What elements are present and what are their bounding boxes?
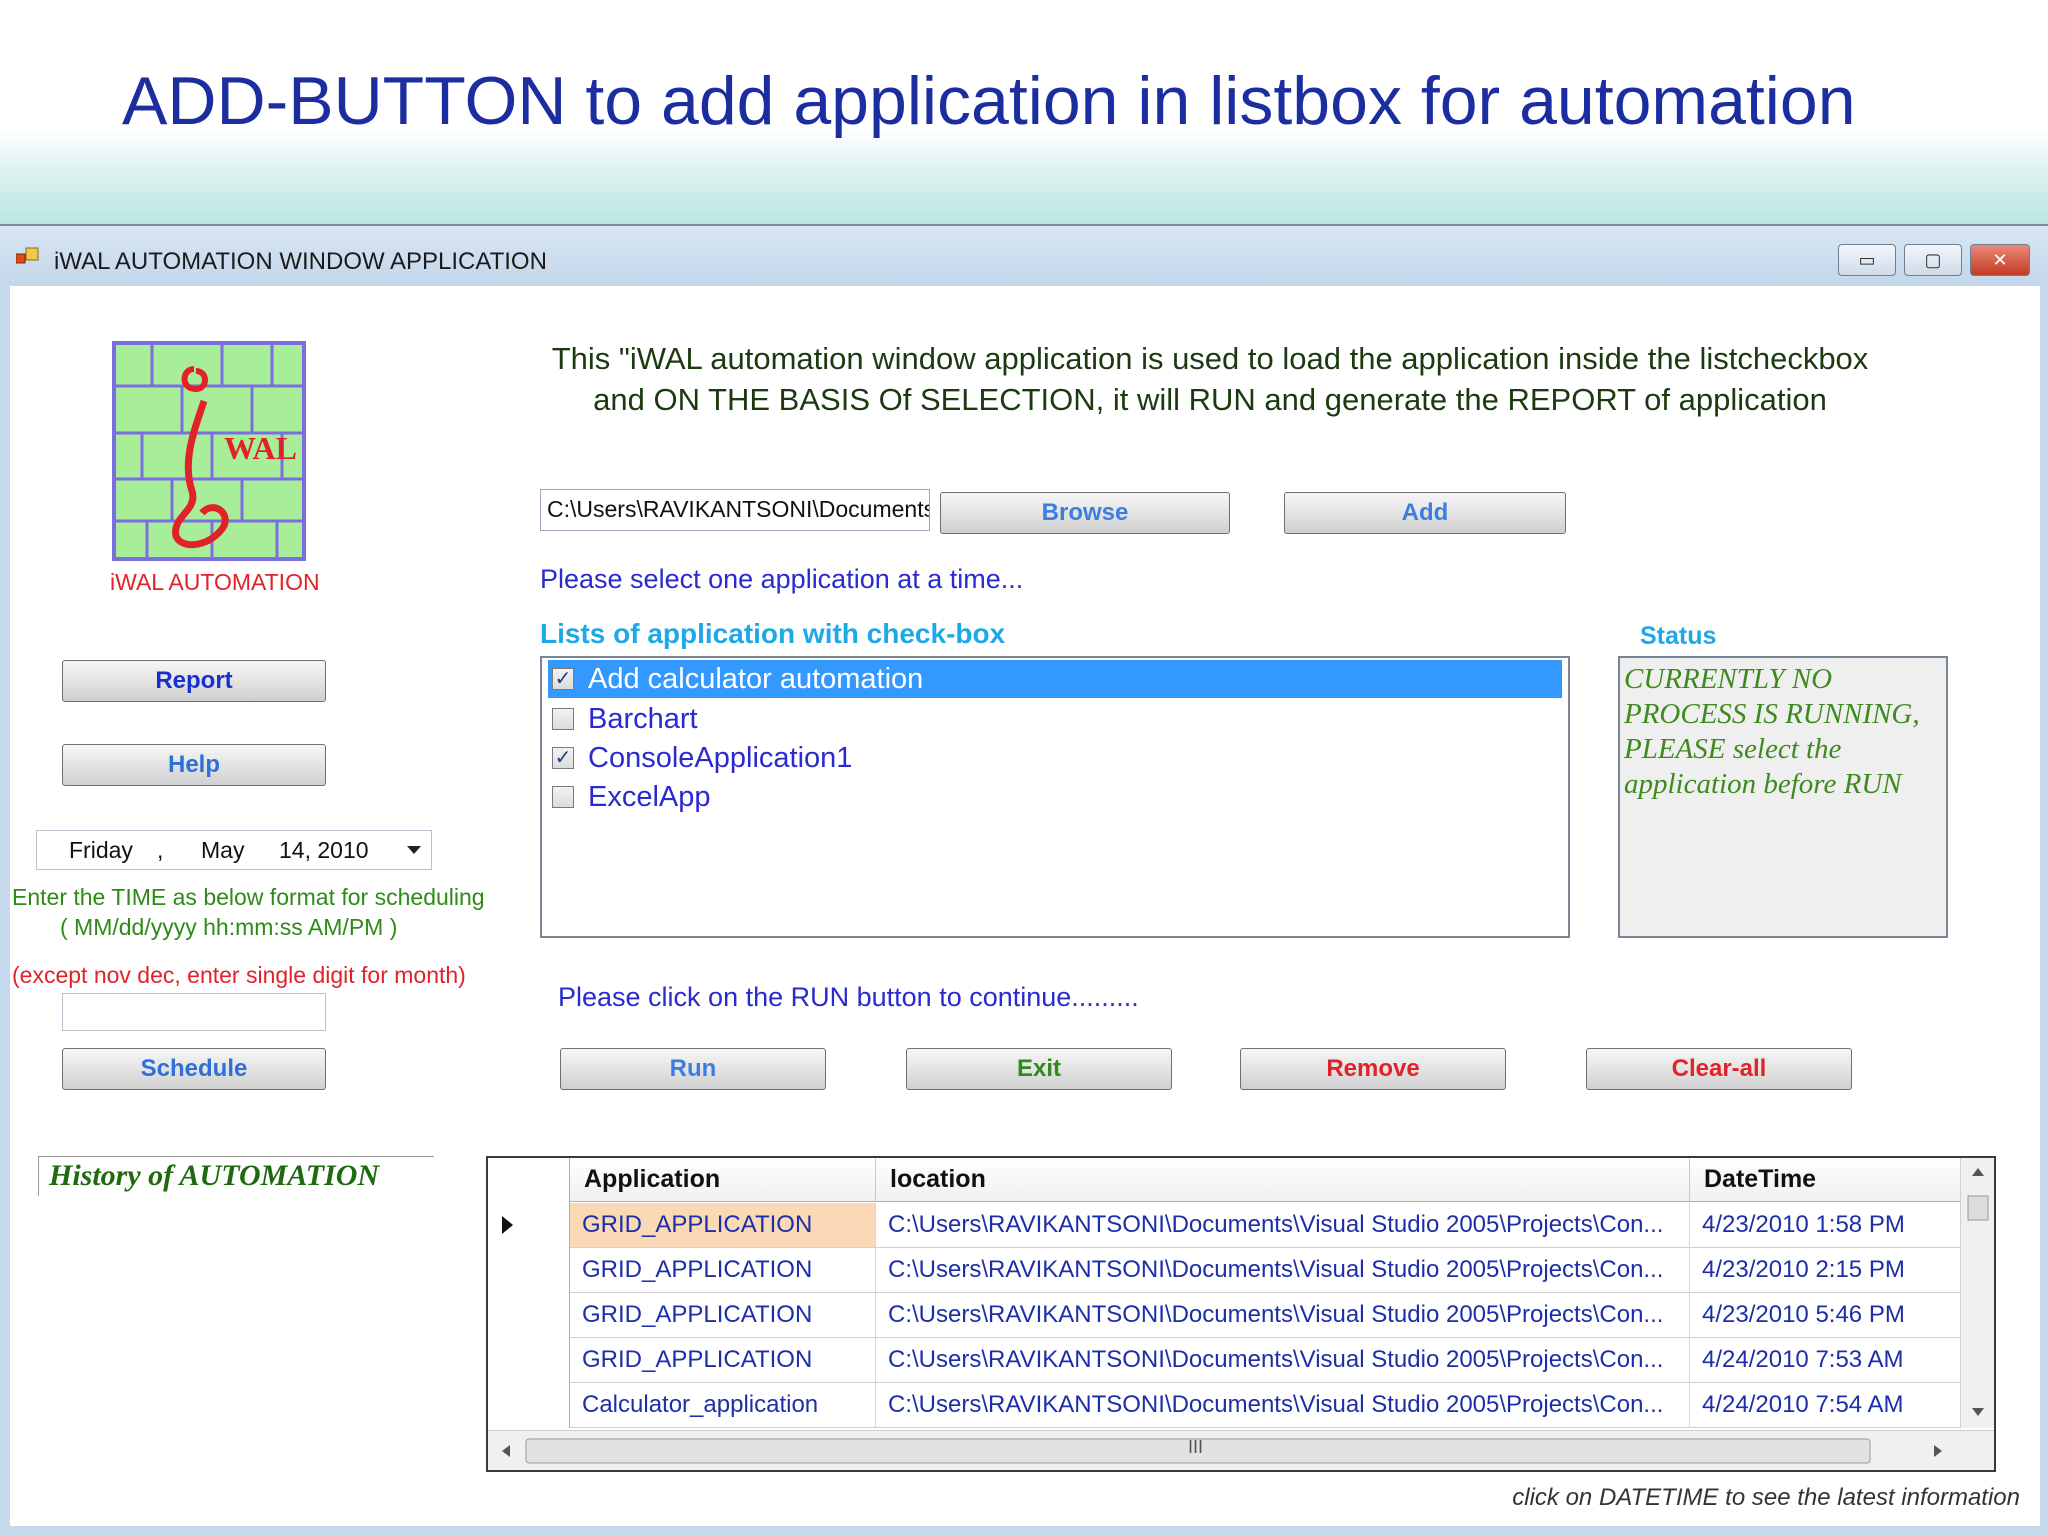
grid-cell-application[interactable]: GRID_APPLICATION xyxy=(570,1338,876,1383)
status-textbox: CURRENTLY NO PROCESS IS RUNNING, PLEASE … xyxy=(1618,656,1948,938)
list-item-label: Barchart xyxy=(588,702,698,735)
list-heading: Lists of application with check-box xyxy=(540,618,1006,649)
report-button[interactable]: Report xyxy=(62,660,326,702)
grid-cell-location[interactable]: C:\Users\RAVIKANTSONI\Documents\Visual S… xyxy=(876,1248,1690,1293)
checkbox-unchecked[interactable] xyxy=(552,786,574,808)
checkbox-checked[interactable]: ✓ xyxy=(552,747,574,769)
date-date: 14, 2010 xyxy=(279,836,369,863)
grid-cell-datetime[interactable]: 4/24/2010 7:54 AM xyxy=(1690,1383,1962,1428)
grid-cell-location[interactable]: C:\Users\RAVIKANTSONI\Documents\Visual S… xyxy=(876,1383,1690,1428)
grid-horizontal-scrollbar[interactable]: III xyxy=(488,1430,1994,1470)
scrollbar-arrows-icon[interactable] xyxy=(1961,1158,1995,1428)
close-button[interactable]: ✕ xyxy=(1970,244,2030,276)
chevron-down-icon[interactable] xyxy=(407,846,421,854)
window-client-area: WAL iWAL AUTOMATION This "iWAL automatio… xyxy=(10,286,2040,1526)
grid-cell-datetime[interactable]: 4/24/2010 7:53 AM xyxy=(1690,1338,1962,1383)
slide-header: ADD-BUTTON to add application in listbox… xyxy=(0,0,2048,224)
maximize-button[interactable]: ▢ xyxy=(1904,244,1962,276)
time-format-example: ( MM/dd/yyyy hh:mm:ss AM/PM ) xyxy=(60,914,398,940)
list-item-label: ExcelApp xyxy=(588,780,711,813)
list-item[interactable]: ✓ Add calculator automation xyxy=(548,660,1562,698)
list-item[interactable]: ExcelApp xyxy=(548,778,711,816)
clear-all-button[interactable]: Clear-all xyxy=(1586,1048,1852,1090)
date-sep: , xyxy=(157,836,164,863)
remove-button[interactable]: Remove xyxy=(1240,1048,1506,1090)
window-titlebar[interactable]: iWAL AUTOMATION WINDOW APPLICATION ▭ ▢ ✕ xyxy=(0,226,2048,284)
run-button[interactable]: Run xyxy=(560,1048,826,1090)
grid-cell-location[interactable]: C:\Users\RAVIKANTSONI\Documents\Visual S… xyxy=(876,1338,1690,1383)
grid-cell-datetime[interactable]: 4/23/2010 1:58 PM xyxy=(1690,1203,1962,1248)
run-prompt-label: Please click on the RUN button to contin… xyxy=(558,982,1139,1012)
grid-cell-application[interactable]: GRID_APPLICATION xyxy=(570,1293,876,1338)
grid-header-application[interactable]: Application xyxy=(570,1158,876,1202)
grid-header-datetime[interactable]: DateTime xyxy=(1690,1158,1962,1202)
logo-text: WAL xyxy=(224,430,297,466)
footer-note: click on DATETIME to see the latest info… xyxy=(1512,1484,2020,1511)
grid-cell-datetime[interactable]: 4/23/2010 2:15 PM xyxy=(1690,1248,1962,1293)
history-grid[interactable]: Application location DateTime GRID_APPLI… xyxy=(486,1156,1996,1472)
date-month: May xyxy=(201,836,245,863)
date-picker[interactable]: Friday , May 14, 2010 xyxy=(36,830,432,870)
list-item-label: ConsoleApplication1 xyxy=(588,741,853,774)
schedule-time-input[interactable] xyxy=(62,993,326,1031)
minimize-icon: ▭ xyxy=(1858,249,1876,270)
app-window-icon xyxy=(16,247,39,264)
grid-row-header xyxy=(488,1158,570,1428)
horizontal-scroll-arrows-icon[interactable] xyxy=(488,1431,1994,1471)
description-line-2: and ON THE BASIS Of SELECTION, it will R… xyxy=(593,382,1827,417)
status-heading: Status xyxy=(1640,622,1717,650)
grid-cell-application[interactable]: GRID_APPLICATION xyxy=(570,1248,876,1293)
logo-caption: iWAL AUTOMATION xyxy=(110,569,320,595)
scroll-grip-icon: III xyxy=(1188,1437,1204,1457)
browse-button[interactable]: Browse xyxy=(940,492,1230,534)
exit-button[interactable]: Exit xyxy=(906,1048,1172,1090)
grid-cell-location[interactable]: C:\Users\RAVIKANTSONI\Documents\Visual S… xyxy=(876,1203,1690,1248)
slide-title: ADD-BUTTON to add application in listbox… xyxy=(122,63,1856,139)
help-button[interactable]: Help xyxy=(62,744,326,786)
checkbox-checked[interactable]: ✓ xyxy=(552,668,574,690)
list-item[interactable]: ✓ ConsoleApplication1 xyxy=(548,739,852,777)
grid-cell-location[interactable]: C:\Users\RAVIKANTSONI\Documents\Visual S… xyxy=(876,1293,1690,1338)
maximize-icon: ▢ xyxy=(1924,249,1942,270)
description: This "iWAL automation window application… xyxy=(510,338,1910,420)
history-label: History of AUTOMATION xyxy=(38,1156,434,1196)
grid-header-location[interactable]: location xyxy=(876,1158,1690,1202)
list-item-label: Add calculator automation xyxy=(588,662,924,695)
date-day: Friday xyxy=(69,836,133,863)
description-line-1: This "iWAL automation window application… xyxy=(551,341,1869,376)
grid-cell-application[interactable]: Calculator_application xyxy=(570,1383,876,1428)
grid-cell-application[interactable]: GRID_APPLICATION xyxy=(570,1203,876,1248)
close-icon: ✕ xyxy=(1992,249,2008,270)
grid-cell-datetime[interactable]: 4/23/2010 5:46 PM xyxy=(1690,1293,1962,1338)
path-input[interactable]: C:\Users\RAVIKANTSONI\Documents xyxy=(540,489,930,531)
current-row-icon xyxy=(502,1216,513,1234)
iwal-logo: WAL xyxy=(112,341,306,561)
time-format-label: Enter the TIME as below format for sched… xyxy=(12,884,485,910)
minimize-button[interactable]: ▭ xyxy=(1838,244,1896,276)
list-item[interactable]: Barchart xyxy=(548,700,698,738)
window-title: iWAL AUTOMATION WINDOW APPLICATION xyxy=(54,248,547,275)
app-window: iWAL AUTOMATION WINDOW APPLICATION ▭ ▢ ✕ xyxy=(0,224,2048,1536)
schedule-button[interactable]: Schedule xyxy=(62,1048,326,1090)
grid-vertical-scrollbar[interactable] xyxy=(1960,1158,1994,1428)
checkbox-unchecked[interactable] xyxy=(552,708,574,730)
month-note: (except nov dec, enter single digit for … xyxy=(12,962,466,988)
add-button[interactable]: Add xyxy=(1284,492,1566,534)
application-checklist[interactable]: ✓ Add calculator automation Barchart ✓ C… xyxy=(540,656,1570,938)
select-one-label: Please select one application at a time.… xyxy=(540,564,1024,594)
